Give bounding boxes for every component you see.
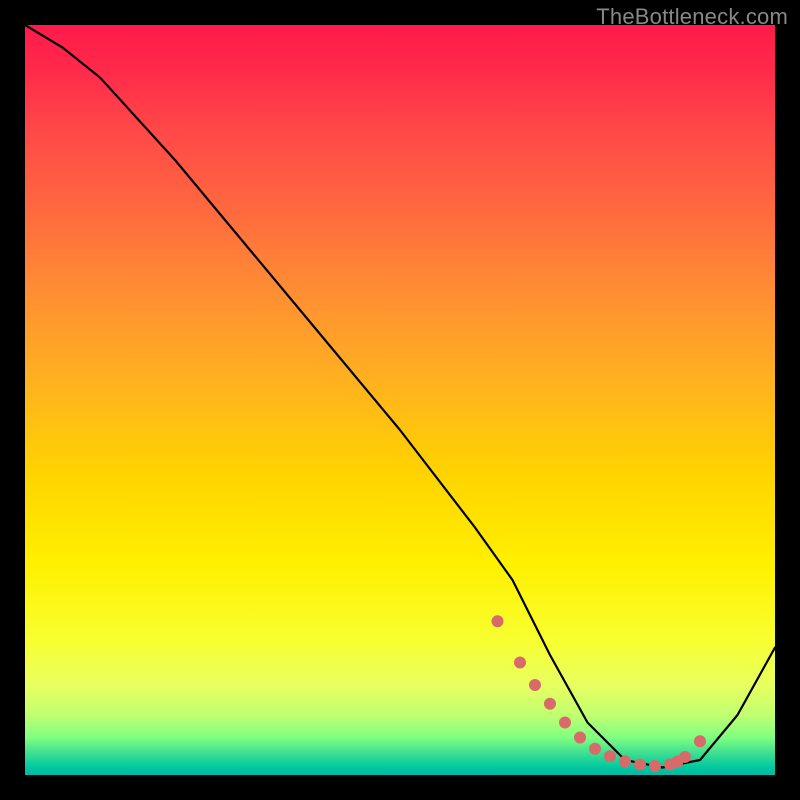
marker-point (679, 751, 691, 763)
marker-point (634, 759, 646, 771)
marker-point (514, 657, 526, 669)
marker-point (589, 743, 601, 755)
marker-point (529, 679, 541, 691)
marker-point (649, 760, 661, 772)
watermark-text: TheBottleneck.com (596, 4, 788, 30)
marker-point (544, 698, 556, 710)
marker-point (604, 750, 616, 762)
marker-point (559, 717, 571, 729)
chart-svg (25, 25, 775, 775)
bottleneck-curve (25, 25, 775, 768)
marker-point (574, 732, 586, 744)
marker-point (619, 756, 631, 768)
plot-area (25, 25, 775, 775)
marker-point (492, 615, 504, 627)
marker-group (492, 615, 707, 772)
marker-point (694, 735, 706, 747)
